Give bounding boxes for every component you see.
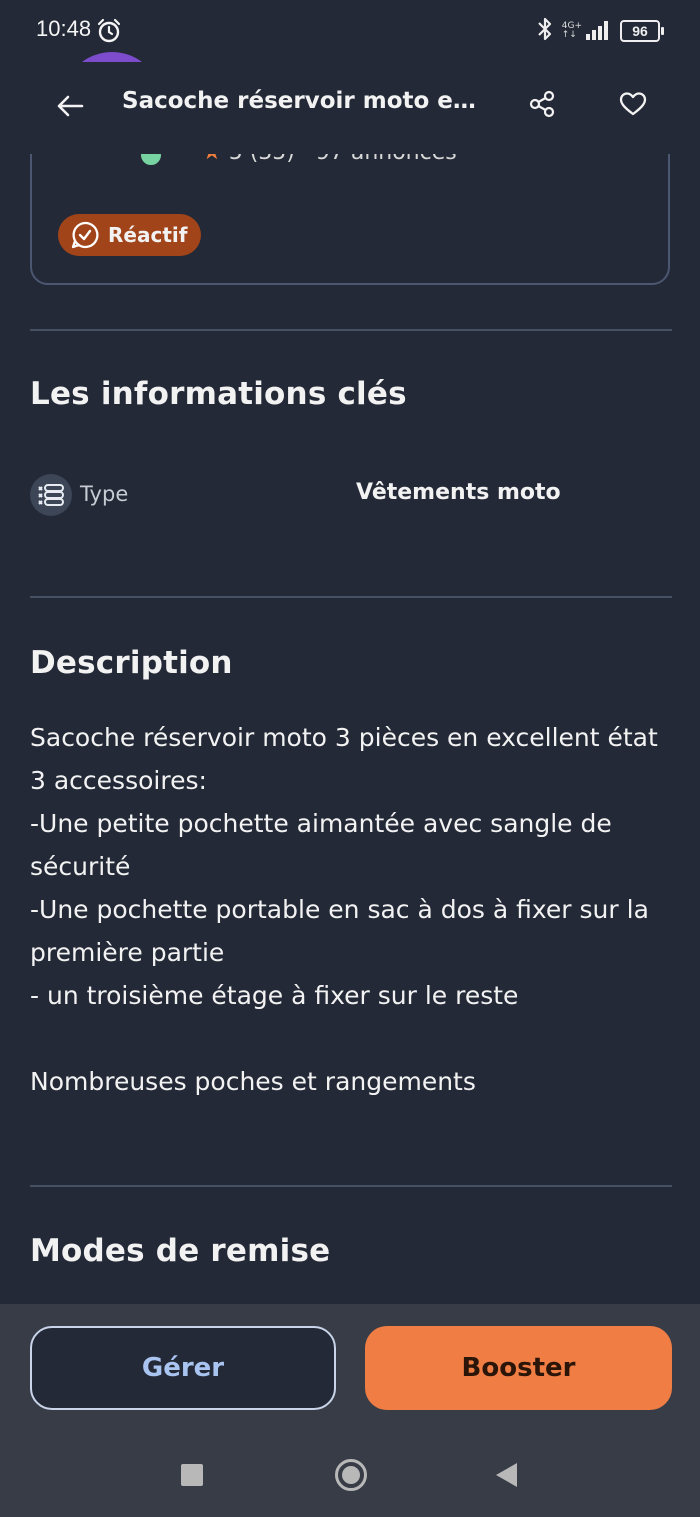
divider	[30, 329, 672, 331]
bottom-action-bar: Gérer Booster	[0, 1304, 700, 1517]
type-value: Vêtements moto	[356, 480, 561, 505]
manage-button[interactable]: Gérer	[30, 1326, 336, 1410]
home-button[interactable]	[335, 1459, 367, 1491]
alarm-icon	[96, 18, 122, 48]
recent-apps-button[interactable]	[181, 1464, 203, 1486]
reactive-badge-label: Réactif	[108, 223, 188, 247]
network-type: 4G+ ↑↓	[561, 21, 582, 40]
signal-icon	[586, 18, 612, 44]
bluetooth-icon	[536, 16, 554, 46]
key-info-title: Les informations clés	[30, 376, 407, 412]
type-label: Type	[80, 482, 129, 506]
list-icon	[30, 474, 72, 516]
boost-button[interactable]: Booster	[365, 1326, 672, 1410]
divider	[30, 596, 672, 598]
heart-icon	[619, 92, 647, 116]
page-title: Sacoche réservoir moto ex...	[122, 88, 487, 114]
back-arrow-icon	[57, 95, 84, 117]
chat-check-icon	[71, 221, 99, 249]
status-time: 10:48	[36, 16, 92, 41]
share-icon	[529, 90, 555, 118]
back-button[interactable]	[50, 86, 90, 126]
share-button[interactable]	[522, 84, 562, 124]
favorite-button[interactable]	[612, 84, 654, 124]
description-title: Description	[30, 645, 233, 681]
battery-icon: 96	[620, 20, 664, 42]
app-bar: Sacoche réservoir moto ex...	[0, 62, 700, 154]
system-back-button[interactable]	[496, 1463, 517, 1487]
info-row-type: Type Vêtements moto	[30, 474, 670, 518]
reactive-badge: Réactif	[58, 214, 202, 256]
description-text: Sacoche réservoir moto 3 pièces en excel…	[30, 723, 658, 1096]
delivery-title: Modes de remise	[30, 1233, 331, 1269]
divider	[30, 1185, 672, 1187]
